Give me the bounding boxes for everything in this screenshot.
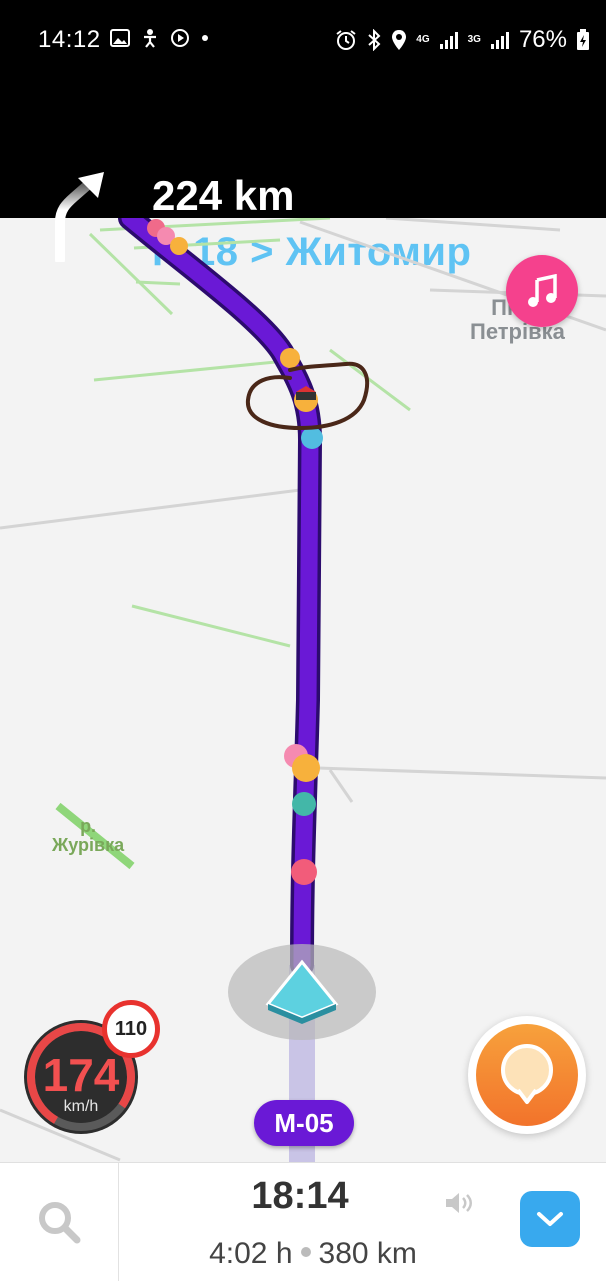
notification-icons — [110, 28, 210, 48]
arrival-time: 18:14 — [251, 1175, 349, 1217]
river-label-zhurivka: р. Журівка — [52, 817, 124, 855]
navigation-instruction-panel[interactable]: 224 km Р-18 > Житомир — [0, 78, 606, 274]
gallery-icon — [110, 29, 130, 47]
dot-icon — [202, 35, 208, 41]
location-icon — [392, 30, 407, 50]
battery-charging-icon — [577, 29, 589, 50]
report-pin-icon — [501, 1044, 553, 1104]
music-note-icon — [528, 274, 557, 307]
accessibility-icon — [144, 29, 156, 48]
signal-icon — [490, 32, 509, 49]
route-line — [121, 218, 319, 974]
play-circle-icon — [171, 29, 189, 47]
bluetooth-icon — [368, 29, 381, 51]
river-label-text: р. Журівка — [52, 816, 125, 855]
user-car-indicator — [228, 944, 376, 1040]
battery-percent: 76% — [518, 26, 567, 53]
map-green-lines — [88, 218, 411, 648]
network-3g-label: 3G — [467, 34, 481, 45]
network-4g-label: 4G — [416, 34, 430, 45]
speed-limit-sign: 110 — [102, 1000, 160, 1058]
current-road-badge: М-05 — [254, 1100, 354, 1146]
report-button[interactable] — [468, 1016, 586, 1134]
trip-distance: 380 km — [318, 1237, 417, 1270]
expand-menu-button[interactable] — [520, 1191, 580, 1247]
chevron-down-icon — [537, 1212, 563, 1226]
trip-info: 4:02 h 380 km — [0, 1237, 606, 1271]
signal-icon — [439, 32, 458, 49]
trip-duration: 4:02 h — [209, 1237, 293, 1270]
system-icons: 4G 3G 76% — [335, 26, 590, 54]
maneuver-distance: 224 km — [152, 172, 295, 219]
alarm-icon — [336, 30, 356, 50]
sound-icon[interactable] — [444, 1191, 474, 1215]
music-button[interactable] — [506, 255, 578, 327]
trip-summary-bar: 18:14 4:02 h 380 km — [0, 1162, 606, 1281]
status-time: 14:12 — [38, 26, 101, 53]
route-line — [118, 218, 323, 977]
report-button-fill — [476, 1024, 578, 1126]
separator-dot — [300, 1247, 311, 1258]
status-bar: 14:12 4G 3G 76% — [0, 0, 606, 78]
speed-unit: km/h — [63, 1098, 99, 1115]
